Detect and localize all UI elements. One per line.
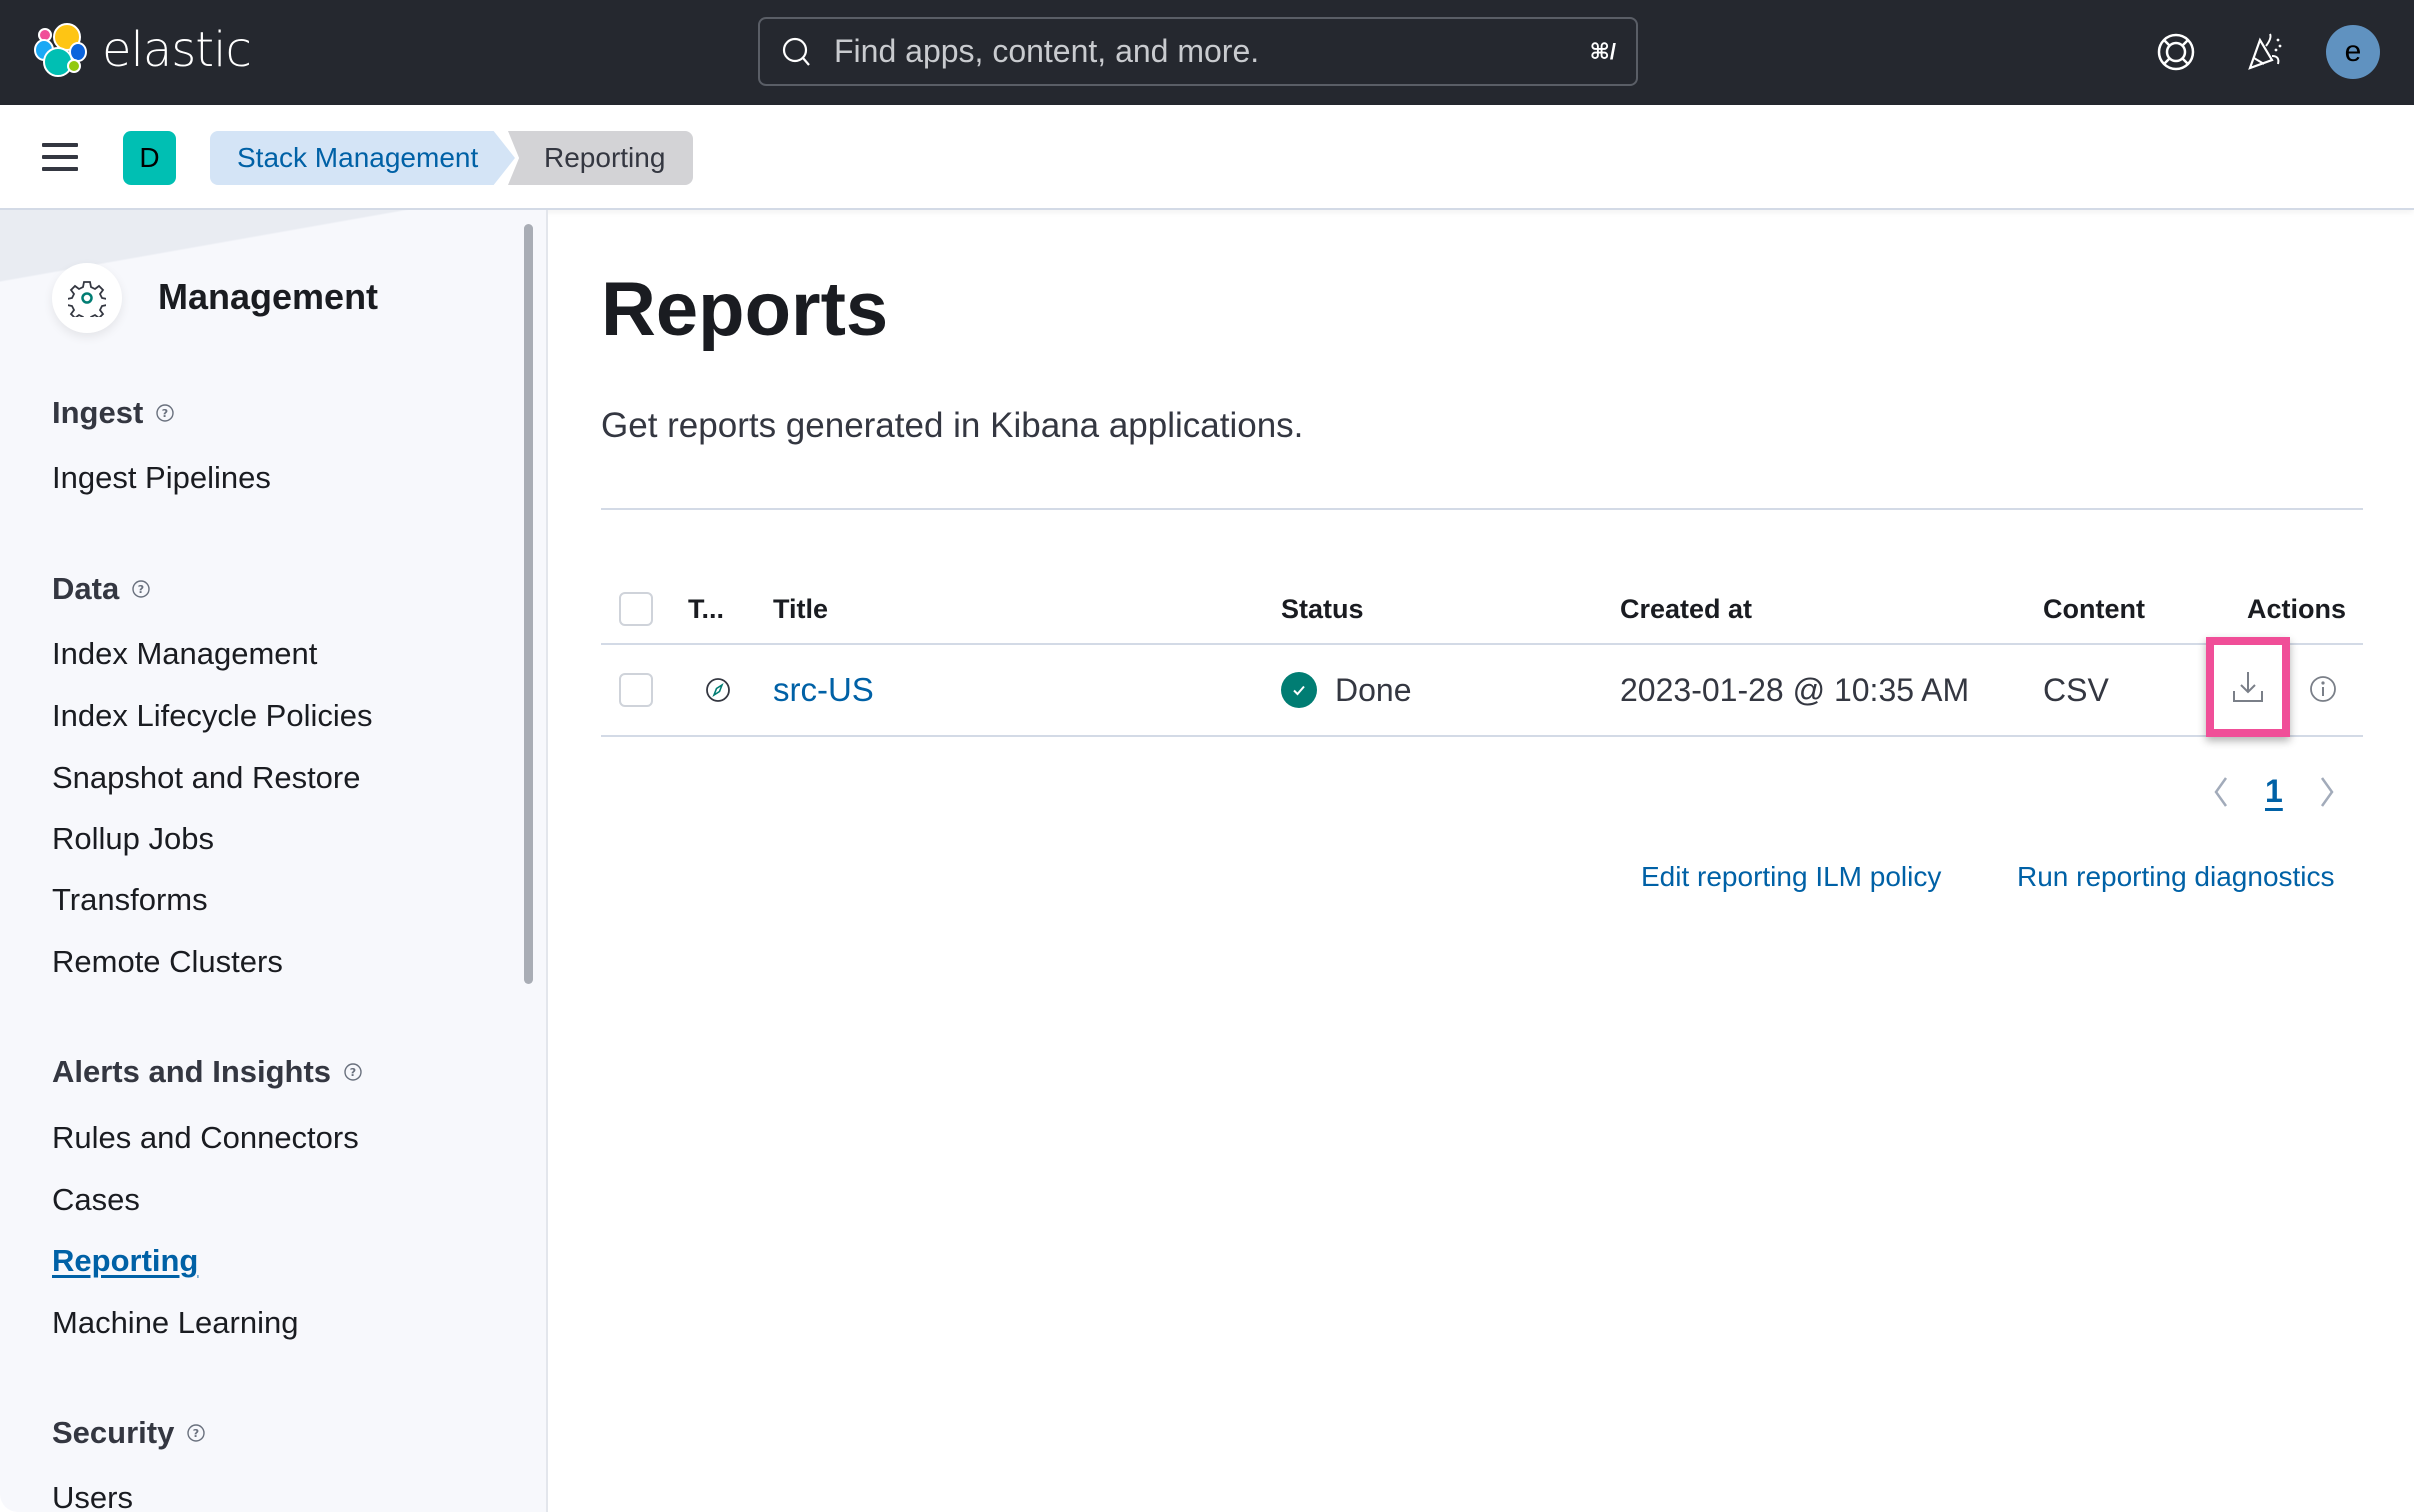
sidebar-item-cases[interactable]: Cases xyxy=(52,1182,140,1218)
sidebar-title: Management xyxy=(158,276,379,317)
header-divider xyxy=(601,508,2363,510)
download-report-button[interactable] xyxy=(2206,637,2290,737)
column-type[interactable]: T... xyxy=(688,575,724,643)
created-at: 2023-01-28 @ 10:35 AM xyxy=(1620,671,1970,708)
status-text: Done xyxy=(1335,671,1412,708)
column-content[interactable]: Content xyxy=(2043,575,2145,643)
global-search[interactable]: ⌘/ xyxy=(758,17,1638,86)
page-number[interactable]: 1 xyxy=(2265,773,2283,810)
chevron-right-icon[interactable] xyxy=(2317,774,2337,810)
main-content: Reports Get reports generated in Kibana … xyxy=(550,210,2414,1512)
top-header: elastic ⌘/ e xyxy=(0,0,2414,105)
table-header: T... Title Status Created at Content Act… xyxy=(601,575,2363,645)
svg-text:?: ? xyxy=(162,407,168,420)
brand-name: elastic xyxy=(102,22,252,78)
select-all-checkbox[interactable] xyxy=(619,592,653,626)
sidebar-item-ingest-pipelines[interactable]: Ingest Pipelines xyxy=(52,460,271,496)
help-question-icon[interactable]: ? xyxy=(186,1423,206,1443)
search-shortcut: ⌘/ xyxy=(1589,38,1616,64)
svg-text:?: ? xyxy=(193,1427,199,1440)
pagination: 1 xyxy=(2211,773,2337,810)
user-avatar[interactable]: e xyxy=(2326,25,2380,79)
help-lifebuoy-icon[interactable] xyxy=(2154,30,2198,74)
menu-toggle-icon[interactable] xyxy=(42,143,78,171)
sidebar-item-machine-learning[interactable]: Machine Learning xyxy=(52,1305,298,1341)
sidebar-item-rules-and-connectors[interactable]: Rules and Connectors xyxy=(52,1120,359,1156)
sidebar-item-reporting[interactable]: Reporting xyxy=(52,1243,198,1279)
column-status[interactable]: Status xyxy=(1281,575,1364,643)
breadcrumb-reporting: Reporting xyxy=(508,131,693,185)
whats-new-party-icon[interactable] xyxy=(2242,30,2286,74)
sidebar-item-transforms[interactable]: Transforms xyxy=(52,882,208,918)
column-actions: Actions xyxy=(2247,593,2347,624)
check-circle-icon xyxy=(1281,672,1317,708)
nav-group-label: Data xyxy=(52,571,120,606)
edit-ilm-policy-link[interactable]: Edit reporting ILM policy xyxy=(1641,861,1941,893)
compass-icon xyxy=(706,678,730,702)
run-diagnostics-link[interactable]: Run reporting diagnostics xyxy=(2017,861,2335,893)
sidebar-item-rollup-jobs[interactable]: Rollup Jobs xyxy=(52,821,214,857)
nav-group-data: Data ? xyxy=(52,571,151,607)
column-created-at[interactable]: Created at xyxy=(1620,575,1752,643)
help-question-icon[interactable]: ? xyxy=(343,1062,363,1082)
svg-text:?: ? xyxy=(350,1066,356,1079)
page-description: Get reports generated in Kibana applicat… xyxy=(601,406,1304,445)
nav-group-label: Ingest xyxy=(52,395,144,430)
sidebar-item-index-lifecycle-policies[interactable]: Index Lifecycle Policies xyxy=(52,698,373,734)
nav-group-label: Security xyxy=(52,1415,175,1450)
column-title[interactable]: Title xyxy=(773,575,828,643)
sidebar-item-snapshot-and-restore[interactable]: Snapshot and Restore xyxy=(52,760,361,796)
breadcrumb-bar: D Stack Management Reporting xyxy=(0,105,2414,210)
sidebar-item-users[interactable]: Users xyxy=(52,1480,133,1512)
chevron-left-icon[interactable] xyxy=(2211,774,2231,810)
sidebar-item-index-management[interactable]: Index Management xyxy=(52,636,317,672)
search-icon xyxy=(782,37,810,66)
page-title: Reports xyxy=(601,267,889,352)
elastic-logo[interactable]: elastic xyxy=(34,22,252,78)
help-question-icon[interactable]: ? xyxy=(155,403,175,423)
status-badge: Done xyxy=(1281,645,1412,735)
search-input[interactable] xyxy=(834,33,1590,70)
info-icon[interactable] xyxy=(2307,673,2339,705)
nav-group-security: Security ? xyxy=(52,1415,206,1451)
sidebar-scrollbar[interactable] xyxy=(524,224,533,984)
nav-group-label: Alerts and Insights xyxy=(52,1054,332,1089)
help-question-icon[interactable]: ? xyxy=(131,579,151,599)
breadcrumb-stack-management[interactable]: Stack Management xyxy=(210,131,515,185)
management-sidebar: Management Ingest ? Ingest Pipelines Dat… xyxy=(0,210,548,1512)
row-checkbox[interactable] xyxy=(619,673,653,707)
svg-text:?: ? xyxy=(138,583,144,596)
management-gear-icon xyxy=(52,263,122,333)
sidebar-item-remote-clusters[interactable]: Remote Clusters xyxy=(52,944,283,980)
table-row: src-US Done 2023-01-28 @ 10:35 AM CSV xyxy=(601,637,2363,737)
content-type: CSV xyxy=(2043,671,2109,708)
space-selector[interactable]: D xyxy=(123,131,176,185)
download-icon xyxy=(2233,672,2263,702)
nav-group-alerts-and-insights: Alerts and Insights ? xyxy=(52,1054,363,1090)
elastic-logo-icon xyxy=(34,23,87,77)
nav-group-ingest: Ingest ? xyxy=(52,395,175,431)
report-title-link[interactable]: src-US xyxy=(773,671,874,709)
